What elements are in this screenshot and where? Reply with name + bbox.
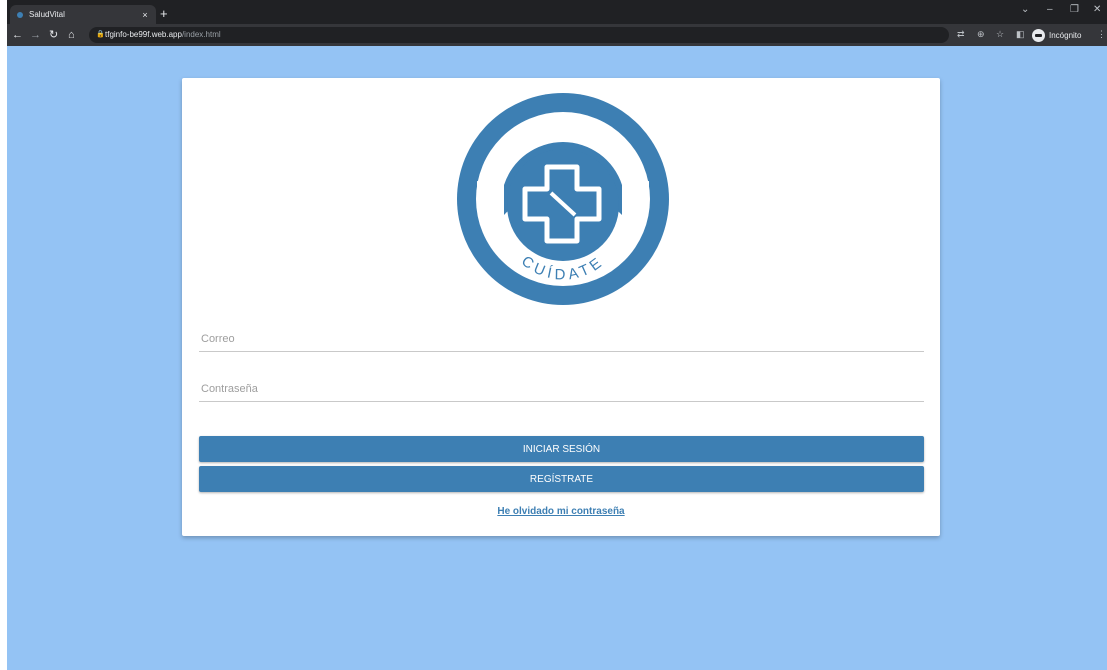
tab-close-icon[interactable]: × bbox=[139, 10, 151, 20]
address-bar[interactable]: 🔒 tfginfo-be99f.web.app/index.html bbox=[89, 27, 949, 43]
browser-tab[interactable]: SaludVital × bbox=[10, 5, 156, 24]
lock-icon: 🔒 bbox=[96, 31, 105, 38]
menu-icon[interactable]: ⋮ bbox=[1097, 29, 1106, 40]
logo-ribbon-left bbox=[477, 181, 504, 215]
tab-title: SaludVital bbox=[29, 10, 65, 19]
login-button[interactable]: INICIAR SESIÓN bbox=[199, 436, 924, 462]
forgot-password-link[interactable]: He olvidado mi contraseña bbox=[182, 506, 940, 517]
browser-toolbar: ← → ↻ ⌂ 🔒 tfginfo-be99f.web.app/index.ht… bbox=[7, 24, 1107, 46]
side-panel-icon[interactable]: ◧ bbox=[1016, 29, 1025, 40]
reload-icon[interactable]: ↻ bbox=[49, 27, 58, 43]
browser-chrome: SaludVital × + ⌄ – ❐ ✕ ← → ↻ ⌂ 🔒 tfginfo… bbox=[7, 0, 1107, 46]
register-button[interactable]: REGÍSTRATE bbox=[199, 466, 924, 492]
favicon-icon bbox=[17, 11, 23, 18]
tab-search-icon[interactable]: ⌄ bbox=[1021, 4, 1029, 15]
tab-strip: SaludVital × + ⌄ – ❐ ✕ bbox=[7, 0, 1107, 24]
url-path: /index.html bbox=[181, 30, 221, 39]
incognito-profile[interactable]: Incógnito bbox=[1032, 27, 1081, 43]
window-close-icon[interactable]: ✕ bbox=[1093, 4, 1101, 15]
saludvital-logo: SALUDVITAL CUÍDATE bbox=[457, 93, 669, 305]
url-text: tfginfo-be99f.web.app/index.html bbox=[105, 27, 221, 43]
email-field[interactable] bbox=[199, 326, 924, 352]
back-icon[interactable]: ← bbox=[12, 27, 23, 43]
minimize-icon[interactable]: – bbox=[1047, 4, 1053, 15]
login-card: SALUDVITAL CUÍDATE INICIAR SESIÓN REGÍST… bbox=[182, 78, 940, 536]
logo-ribbon-right bbox=[622, 181, 649, 215]
url-host: tfginfo-be99f.web.app bbox=[105, 30, 182, 39]
zoom-icon[interactable]: ⊕ bbox=[977, 29, 985, 40]
password-field[interactable] bbox=[199, 376, 924, 402]
restore-icon[interactable]: ❐ bbox=[1070, 4, 1079, 15]
translate-icon[interactable]: ⇄ bbox=[957, 29, 965, 40]
incognito-label: Incógnito bbox=[1049, 30, 1082, 40]
window-frame-edge bbox=[0, 0, 7, 670]
home-icon[interactable]: ⌂ bbox=[68, 27, 75, 43]
bookmark-star-icon[interactable]: ☆ bbox=[996, 29, 1004, 40]
new-tab-button[interactable]: + bbox=[160, 6, 168, 22]
forward-icon[interactable]: → bbox=[30, 27, 41, 43]
incognito-icon bbox=[1032, 28, 1045, 42]
